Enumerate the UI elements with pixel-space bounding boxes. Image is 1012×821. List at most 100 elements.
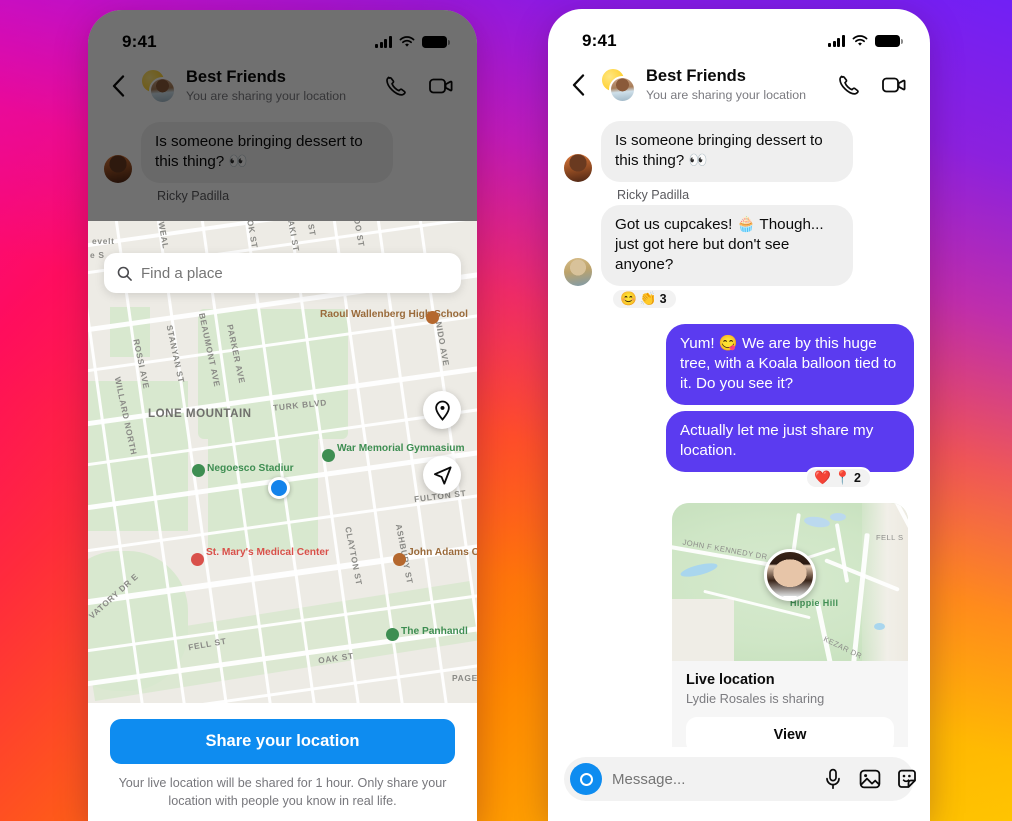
reaction-container: 😊 👏 3 xyxy=(611,288,914,310)
left-chat-header: Best Friends You are sharing your locati… xyxy=(88,62,477,118)
avatar-front xyxy=(609,76,636,103)
stadium-poi-icon xyxy=(192,464,205,477)
message-row: Actually let me just share my location. xyxy=(564,411,914,473)
phone-icon[interactable] xyxy=(381,72,409,100)
share-disclaimer: Your live location will be shared for 1 … xyxy=(118,776,447,809)
reaction-badge[interactable]: 😊 👏 3 xyxy=(611,288,678,310)
video-camera-icon[interactable] xyxy=(880,71,908,99)
cellular-bars-icon xyxy=(375,36,392,48)
map-poi-label: War Memorial Gymnasium xyxy=(337,443,465,454)
avatar-front xyxy=(149,77,176,104)
composer-bar xyxy=(548,747,930,821)
cellular-bars-icon xyxy=(828,35,845,47)
message-input[interactable] xyxy=(612,770,811,788)
reaction-container: ❤️ 📍 2 xyxy=(564,467,914,489)
left-messages-list: Is someone bringing dessert to this thin… xyxy=(88,118,477,203)
panhandle-poi-icon xyxy=(386,628,399,641)
right-header-actions xyxy=(834,71,908,99)
battery-icon xyxy=(875,35,903,47)
group-avatar[interactable] xyxy=(600,67,636,103)
screenshot-stage: 9:41 Best Friends You are sharing your l… xyxy=(0,0,1012,821)
wifi-icon xyxy=(852,35,868,46)
map-poi-label: Raoul Wallenberg High School xyxy=(320,309,468,320)
lydie-avatar-pin[interactable] xyxy=(764,549,816,602)
wifi-icon xyxy=(399,36,415,47)
map-label: evelt xyxy=(92,236,115,246)
left-header-actions xyxy=(381,72,455,100)
header-subtitle: You are sharing your location xyxy=(186,88,347,103)
search-input[interactable] xyxy=(141,264,448,282)
map-label: CLAYTON ST xyxy=(343,525,365,587)
map-poi-label: St. Mary's Medical Center xyxy=(206,547,330,558)
message-bubble[interactable]: Yum! 😋 We are by this huge tree, with a … xyxy=(666,323,914,405)
find-a-place-search[interactable] xyxy=(104,253,461,293)
left-status-bar: 9:41 xyxy=(88,10,477,62)
message-row: Got us cupcakes! 🧁 Though... just got he… xyxy=(564,205,914,287)
location-picker-sheet: evelt e S NWEAL OK ST AKI ST ST IDO ST R… xyxy=(88,221,477,821)
current-location-dot xyxy=(268,477,290,499)
avatar xyxy=(564,258,592,287)
sender-label: Ricky Padilla xyxy=(157,189,230,204)
map-label: STANYAN ST xyxy=(164,324,187,384)
hospital-poi-icon xyxy=(191,553,204,566)
header-subtitle: You are sharing your location xyxy=(646,87,807,102)
location-pin-icon[interactable] xyxy=(423,391,461,429)
map-poi-label: The Panhandl xyxy=(401,626,468,637)
phone-icon[interactable] xyxy=(834,71,862,99)
live-location-card[interactable]: JOHN F KENNEDY DR FELL S Hippie Hill KEZ… xyxy=(672,502,908,765)
live-location-title: Live location xyxy=(686,671,775,688)
reaction-badge[interactable]: ❤️ 📍 2 xyxy=(805,467,872,489)
urban-area-bottom-left xyxy=(672,598,734,661)
message-row: Is someone bringing dessert to this thin… xyxy=(564,121,914,183)
emoji-icon: ❤️ xyxy=(814,470,832,486)
reaction-count: 2 xyxy=(854,470,861,485)
left-header-texts: Best Friends You are sharing your locati… xyxy=(186,68,371,103)
group-avatar[interactable] xyxy=(140,68,176,104)
map-label: LONE MOUNTAIN xyxy=(148,407,252,420)
navigate-arrow-icon[interactable] xyxy=(423,456,461,494)
right-chat-header: Best Friends You are sharing your locati… xyxy=(548,61,930,117)
emoji-icon: 😊 xyxy=(620,291,637,307)
message-bubble[interactable]: Is someone bringing dessert to this thin… xyxy=(601,121,853,183)
battery-icon xyxy=(422,36,450,48)
video-camera-icon[interactable] xyxy=(427,72,455,100)
status-indicators xyxy=(828,35,903,47)
map-canvas[interactable]: evelt e S NWEAL OK ST AKI ST ST IDO ST R… xyxy=(88,221,477,721)
share-location-panel: Share your location Your live location w… xyxy=(88,703,477,821)
reaction-count: 3 xyxy=(659,291,667,306)
status-time: 9:41 xyxy=(122,32,157,51)
message-bubble[interactable]: Is someone bringing dessert to this thin… xyxy=(141,122,393,184)
microphone-icon[interactable] xyxy=(821,768,844,791)
composer[interactable] xyxy=(564,757,916,801)
map-label: e S xyxy=(90,250,105,260)
live-location-subtitle: Lydie Rosales is sharing xyxy=(686,690,825,706)
map-label: AKI ST xyxy=(286,221,302,253)
composer-actions xyxy=(821,768,918,791)
sticker-icon[interactable] xyxy=(895,768,918,791)
chevron-left-icon[interactable] xyxy=(566,68,590,102)
chevron-left-icon[interactable] xyxy=(106,69,130,103)
message-row: Is someone bringing dessert to this thin… xyxy=(104,122,461,184)
share-your-location-button[interactable]: Share your location xyxy=(110,719,455,765)
map-label: PAGE xyxy=(452,673,477,683)
emoji-icon: 📍 xyxy=(834,470,852,486)
left-phone-mockup: 9:41 Best Friends You are sharing your l… xyxy=(88,10,477,821)
right-header-texts: Best Friends You are sharing your locati… xyxy=(646,67,824,102)
avatar xyxy=(104,155,132,184)
page-title: Best Friends xyxy=(186,68,286,87)
camera-icon[interactable] xyxy=(570,763,602,795)
status-time: 9:41 xyxy=(582,31,617,50)
status-indicators xyxy=(375,36,450,48)
image-icon[interactable] xyxy=(858,768,881,791)
map-label: ST xyxy=(306,223,319,237)
gym-poi-icon xyxy=(322,449,335,462)
live-location-map[interactable]: JOHN F KENNEDY DR FELL S Hippie Hill KEZ… xyxy=(672,502,908,661)
message-bubble[interactable]: Actually let me just share my location. xyxy=(666,411,914,473)
center-poi-icon xyxy=(393,553,406,566)
message-bubble[interactable]: Got us cupcakes! 🧁 Though... just got he… xyxy=(601,205,853,287)
camera-ring xyxy=(579,772,593,786)
map-poi-label: John Adams Center xyxy=(408,547,477,558)
map-poi-label: Negoesco Stadiur xyxy=(207,463,294,474)
emoji-icon: 👏 xyxy=(639,291,657,307)
map-label: IDO ST xyxy=(351,221,367,248)
